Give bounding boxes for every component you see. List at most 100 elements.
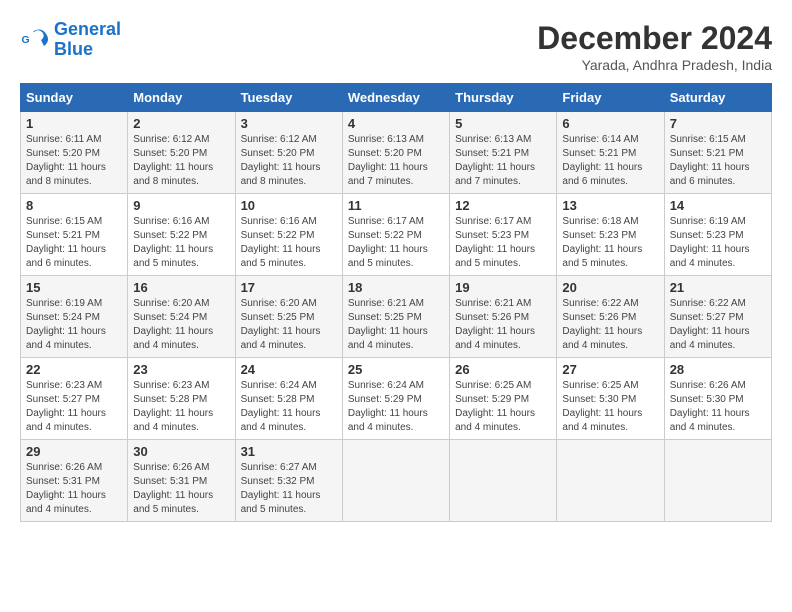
calendar-cell: 30 Sunrise: 6:26 AMSunset: 5:31 PMDaylig… <box>128 440 235 522</box>
day-number: 6 <box>562 116 658 131</box>
location: Yarada, Andhra Pradesh, India <box>537 57 772 73</box>
day-number: 15 <box>26 280 122 295</box>
calendar-cell <box>557 440 664 522</box>
month-title: December 2024 <box>537 20 772 57</box>
day-number: 27 <box>562 362 658 377</box>
calendar-cell: 25 Sunrise: 6:24 AMSunset: 5:29 PMDaylig… <box>342 358 449 440</box>
calendar-cell: 13 Sunrise: 6:18 AMSunset: 5:23 PMDaylig… <box>557 194 664 276</box>
day-number: 31 <box>241 444 337 459</box>
svg-text:G: G <box>22 34 30 46</box>
day-info: Sunrise: 6:26 AMSunset: 5:30 PMDaylight:… <box>670 380 750 433</box>
day-info: Sunrise: 6:19 AMSunset: 5:24 PMDaylight:… <box>26 298 106 351</box>
day-info: Sunrise: 6:12 AMSunset: 5:20 PMDaylight:… <box>241 134 321 187</box>
calendar-cell: 26 Sunrise: 6:25 AMSunset: 5:29 PMDaylig… <box>450 358 557 440</box>
weekday-header-row: SundayMondayTuesdayWednesdayThursdayFrid… <box>21 84 772 112</box>
day-number: 25 <box>348 362 444 377</box>
day-info: Sunrise: 6:16 AMSunset: 5:22 PMDaylight:… <box>133 216 213 269</box>
calendar-cell: 9 Sunrise: 6:16 AMSunset: 5:22 PMDayligh… <box>128 194 235 276</box>
day-info: Sunrise: 6:26 AMSunset: 5:31 PMDaylight:… <box>133 462 213 515</box>
calendar-cell: 10 Sunrise: 6:16 AMSunset: 5:22 PMDaylig… <box>235 194 342 276</box>
weekday-header-sunday: Sunday <box>21 84 128 112</box>
day-number: 7 <box>670 116 766 131</box>
title-block: December 2024 Yarada, Andhra Pradesh, In… <box>537 20 772 73</box>
calendar-cell: 24 Sunrise: 6:24 AMSunset: 5:28 PMDaylig… <box>235 358 342 440</box>
day-info: Sunrise: 6:21 AMSunset: 5:25 PMDaylight:… <box>348 298 428 351</box>
calendar-cell: 29 Sunrise: 6:26 AMSunset: 5:31 PMDaylig… <box>21 440 128 522</box>
day-info: Sunrise: 6:20 AMSunset: 5:24 PMDaylight:… <box>133 298 213 351</box>
logo-line1: General <box>54 19 121 39</box>
day-number: 28 <box>670 362 766 377</box>
calendar-cell: 27 Sunrise: 6:25 AMSunset: 5:30 PMDaylig… <box>557 358 664 440</box>
day-info: Sunrise: 6:25 AMSunset: 5:29 PMDaylight:… <box>455 380 535 433</box>
calendar-cell: 4 Sunrise: 6:13 AMSunset: 5:20 PMDayligh… <box>342 112 449 194</box>
day-number: 3 <box>241 116 337 131</box>
calendar-week-row: 22 Sunrise: 6:23 AMSunset: 5:27 PMDaylig… <box>21 358 772 440</box>
day-number: 1 <box>26 116 122 131</box>
calendar-cell: 19 Sunrise: 6:21 AMSunset: 5:26 PMDaylig… <box>450 276 557 358</box>
day-number: 19 <box>455 280 551 295</box>
day-info: Sunrise: 6:25 AMSunset: 5:30 PMDaylight:… <box>562 380 642 433</box>
day-number: 23 <box>133 362 229 377</box>
calendar-table: SundayMondayTuesdayWednesdayThursdayFrid… <box>20 83 772 522</box>
calendar-cell <box>450 440 557 522</box>
day-info: Sunrise: 6:11 AMSunset: 5:20 PMDaylight:… <box>26 134 106 187</box>
calendar-cell: 3 Sunrise: 6:12 AMSunset: 5:20 PMDayligh… <box>235 112 342 194</box>
day-number: 13 <box>562 198 658 213</box>
weekday-header-monday: Monday <box>128 84 235 112</box>
weekday-header-wednesday: Wednesday <box>342 84 449 112</box>
day-info: Sunrise: 6:22 AMSunset: 5:27 PMDaylight:… <box>670 298 750 351</box>
day-number: 21 <box>670 280 766 295</box>
day-info: Sunrise: 6:15 AMSunset: 5:21 PMDaylight:… <box>670 134 750 187</box>
calendar-cell: 8 Sunrise: 6:15 AMSunset: 5:21 PMDayligh… <box>21 194 128 276</box>
day-info: Sunrise: 6:23 AMSunset: 5:28 PMDaylight:… <box>133 380 213 433</box>
page-header: G General Blue December 2024 Yarada, And… <box>20 20 772 73</box>
day-info: Sunrise: 6:23 AMSunset: 5:27 PMDaylight:… <box>26 380 106 433</box>
calendar-week-row: 1 Sunrise: 6:11 AMSunset: 5:20 PMDayligh… <box>21 112 772 194</box>
logo-line2: Blue <box>54 39 93 59</box>
day-info: Sunrise: 6:17 AMSunset: 5:22 PMDaylight:… <box>348 216 428 269</box>
day-info: Sunrise: 6:14 AMSunset: 5:21 PMDaylight:… <box>562 134 642 187</box>
logo-text: General Blue <box>54 20 121 60</box>
calendar-cell: 18 Sunrise: 6:21 AMSunset: 5:25 PMDaylig… <box>342 276 449 358</box>
calendar-cell: 20 Sunrise: 6:22 AMSunset: 5:26 PMDaylig… <box>557 276 664 358</box>
day-number: 29 <box>26 444 122 459</box>
calendar-cell: 21 Sunrise: 6:22 AMSunset: 5:27 PMDaylig… <box>664 276 771 358</box>
day-number: 10 <box>241 198 337 213</box>
day-number: 17 <box>241 280 337 295</box>
day-info: Sunrise: 6:16 AMSunset: 5:22 PMDaylight:… <box>241 216 321 269</box>
weekday-header-tuesday: Tuesday <box>235 84 342 112</box>
logo-icon: G <box>20 25 50 55</box>
calendar-cell: 11 Sunrise: 6:17 AMSunset: 5:22 PMDaylig… <box>342 194 449 276</box>
logo: G General Blue <box>20 20 121 60</box>
calendar-cell: 5 Sunrise: 6:13 AMSunset: 5:21 PMDayligh… <box>450 112 557 194</box>
calendar-cell: 23 Sunrise: 6:23 AMSunset: 5:28 PMDaylig… <box>128 358 235 440</box>
day-number: 2 <box>133 116 229 131</box>
day-info: Sunrise: 6:17 AMSunset: 5:23 PMDaylight:… <box>455 216 535 269</box>
day-number: 4 <box>348 116 444 131</box>
day-number: 5 <box>455 116 551 131</box>
calendar-cell: 28 Sunrise: 6:26 AMSunset: 5:30 PMDaylig… <box>664 358 771 440</box>
calendar-cell: 1 Sunrise: 6:11 AMSunset: 5:20 PMDayligh… <box>21 112 128 194</box>
calendar-cell: 16 Sunrise: 6:20 AMSunset: 5:24 PMDaylig… <box>128 276 235 358</box>
day-number: 14 <box>670 198 766 213</box>
day-info: Sunrise: 6:18 AMSunset: 5:23 PMDaylight:… <box>562 216 642 269</box>
calendar-cell: 7 Sunrise: 6:15 AMSunset: 5:21 PMDayligh… <box>664 112 771 194</box>
day-number: 26 <box>455 362 551 377</box>
day-info: Sunrise: 6:22 AMSunset: 5:26 PMDaylight:… <box>562 298 642 351</box>
weekday-header-saturday: Saturday <box>664 84 771 112</box>
day-info: Sunrise: 6:19 AMSunset: 5:23 PMDaylight:… <box>670 216 750 269</box>
day-info: Sunrise: 6:21 AMSunset: 5:26 PMDaylight:… <box>455 298 535 351</box>
weekday-header-thursday: Thursday <box>450 84 557 112</box>
day-number: 8 <box>26 198 122 213</box>
day-number: 12 <box>455 198 551 213</box>
calendar-cell: 22 Sunrise: 6:23 AMSunset: 5:27 PMDaylig… <box>21 358 128 440</box>
day-number: 9 <box>133 198 229 213</box>
day-info: Sunrise: 6:26 AMSunset: 5:31 PMDaylight:… <box>26 462 106 515</box>
calendar-cell: 15 Sunrise: 6:19 AMSunset: 5:24 PMDaylig… <box>21 276 128 358</box>
calendar-cell: 6 Sunrise: 6:14 AMSunset: 5:21 PMDayligh… <box>557 112 664 194</box>
calendar-week-row: 29 Sunrise: 6:26 AMSunset: 5:31 PMDaylig… <box>21 440 772 522</box>
day-number: 18 <box>348 280 444 295</box>
day-info: Sunrise: 6:12 AMSunset: 5:20 PMDaylight:… <box>133 134 213 187</box>
day-number: 20 <box>562 280 658 295</box>
calendar-week-row: 8 Sunrise: 6:15 AMSunset: 5:21 PMDayligh… <box>21 194 772 276</box>
